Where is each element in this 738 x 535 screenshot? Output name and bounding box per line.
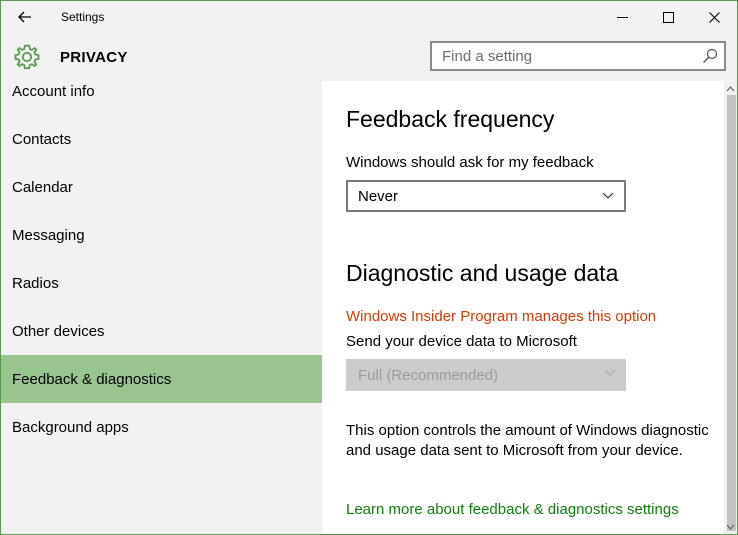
page-header: PRIVACY [1, 33, 737, 81]
diagnostic-dropdown: Full (Recommended) [346, 359, 626, 391]
search-input[interactable] [432, 43, 698, 69]
diagnostic-value: Full (Recommended) [358, 366, 499, 384]
diagnostic-heading: Diagnostic and usage data [346, 260, 619, 286]
sidebar-item-label: Radios [12, 274, 59, 292]
diagnostic-description: This option controls the amount of Windo… [346, 422, 709, 459]
learn-more-link[interactable]: Learn more about feedback & diagnostics … [346, 501, 679, 518]
maximize-button[interactable] [645, 1, 691, 33]
sidebar-item-other-devices[interactable]: Other devices [1, 307, 322, 355]
sidebar-item-account-info[interactable]: Account info [1, 81, 322, 115]
sidebar-item-label: Background apps [12, 418, 129, 436]
sidebar-item-radios[interactable]: Radios [1, 259, 322, 307]
sidebar-item-feedback-diagnostics[interactable]: Feedback & diagnostics [1, 355, 322, 403]
sidebar-item-label: Account info [12, 82, 95, 100]
sidebar-item-messaging[interactable]: Messaging [1, 211, 322, 259]
sidebar: Account info Contacts Calendar Messaging… [1, 81, 322, 534]
close-icon [708, 11, 720, 23]
scroll-up-arrow-icon[interactable] [726, 85, 735, 93]
title-bar: Settings [1, 1, 737, 33]
chevron-down-icon [602, 192, 614, 199]
feedback-frequency-value: Never [358, 187, 399, 205]
content-scrollbar[interactable] [724, 81, 737, 534]
scrollbar-thumb[interactable] [727, 95, 736, 531]
sidebar-item-label: Messaging [12, 226, 85, 244]
sidebar-item-label: Feedback & diagnostics [12, 370, 172, 388]
settings-window: Settings PRIVACY Find a setting Account … [0, 0, 738, 535]
minimize-icon [616, 16, 628, 18]
sidebar-item-label: Calendar [12, 178, 73, 196]
sidebar-item-label: Other devices [12, 322, 105, 340]
gear-icon [14, 44, 40, 70]
scroll-down-arrow-icon[interactable] [726, 523, 735, 531]
feedback-frequency-label: Windows should ask for my feedback [346, 154, 594, 171]
minimize-button[interactable] [599, 1, 645, 33]
content-pane: Feedback frequency Windows should ask fo… [322, 81, 724, 534]
diagnostic-label: Send your device data to Microsoft [346, 333, 577, 350]
search-box[interactable] [430, 41, 726, 71]
sidebar-item-background-apps[interactable]: Background apps [1, 403, 322, 451]
close-button[interactable] [691, 1, 737, 33]
section-title: PRIVACY [60, 49, 128, 66]
sidebar-item-calendar[interactable]: Calendar [1, 163, 322, 211]
feedback-frequency-dropdown[interactable]: Never [346, 180, 626, 212]
maximize-icon [662, 11, 674, 23]
sidebar-item-label: Contacts [12, 130, 72, 148]
sidebar-item-contacts[interactable]: Contacts [1, 115, 322, 163]
back-button[interactable] [9, 5, 41, 29]
window-title: Settings [61, 10, 105, 24]
back-arrow-icon [18, 11, 31, 23]
insider-warning: Windows Insider Program manages this opt… [346, 308, 657, 325]
chevron-down-icon [604, 369, 616, 376]
search-icon[interactable] [702, 48, 718, 64]
feedback-frequency-heading: Feedback frequency [346, 106, 555, 132]
